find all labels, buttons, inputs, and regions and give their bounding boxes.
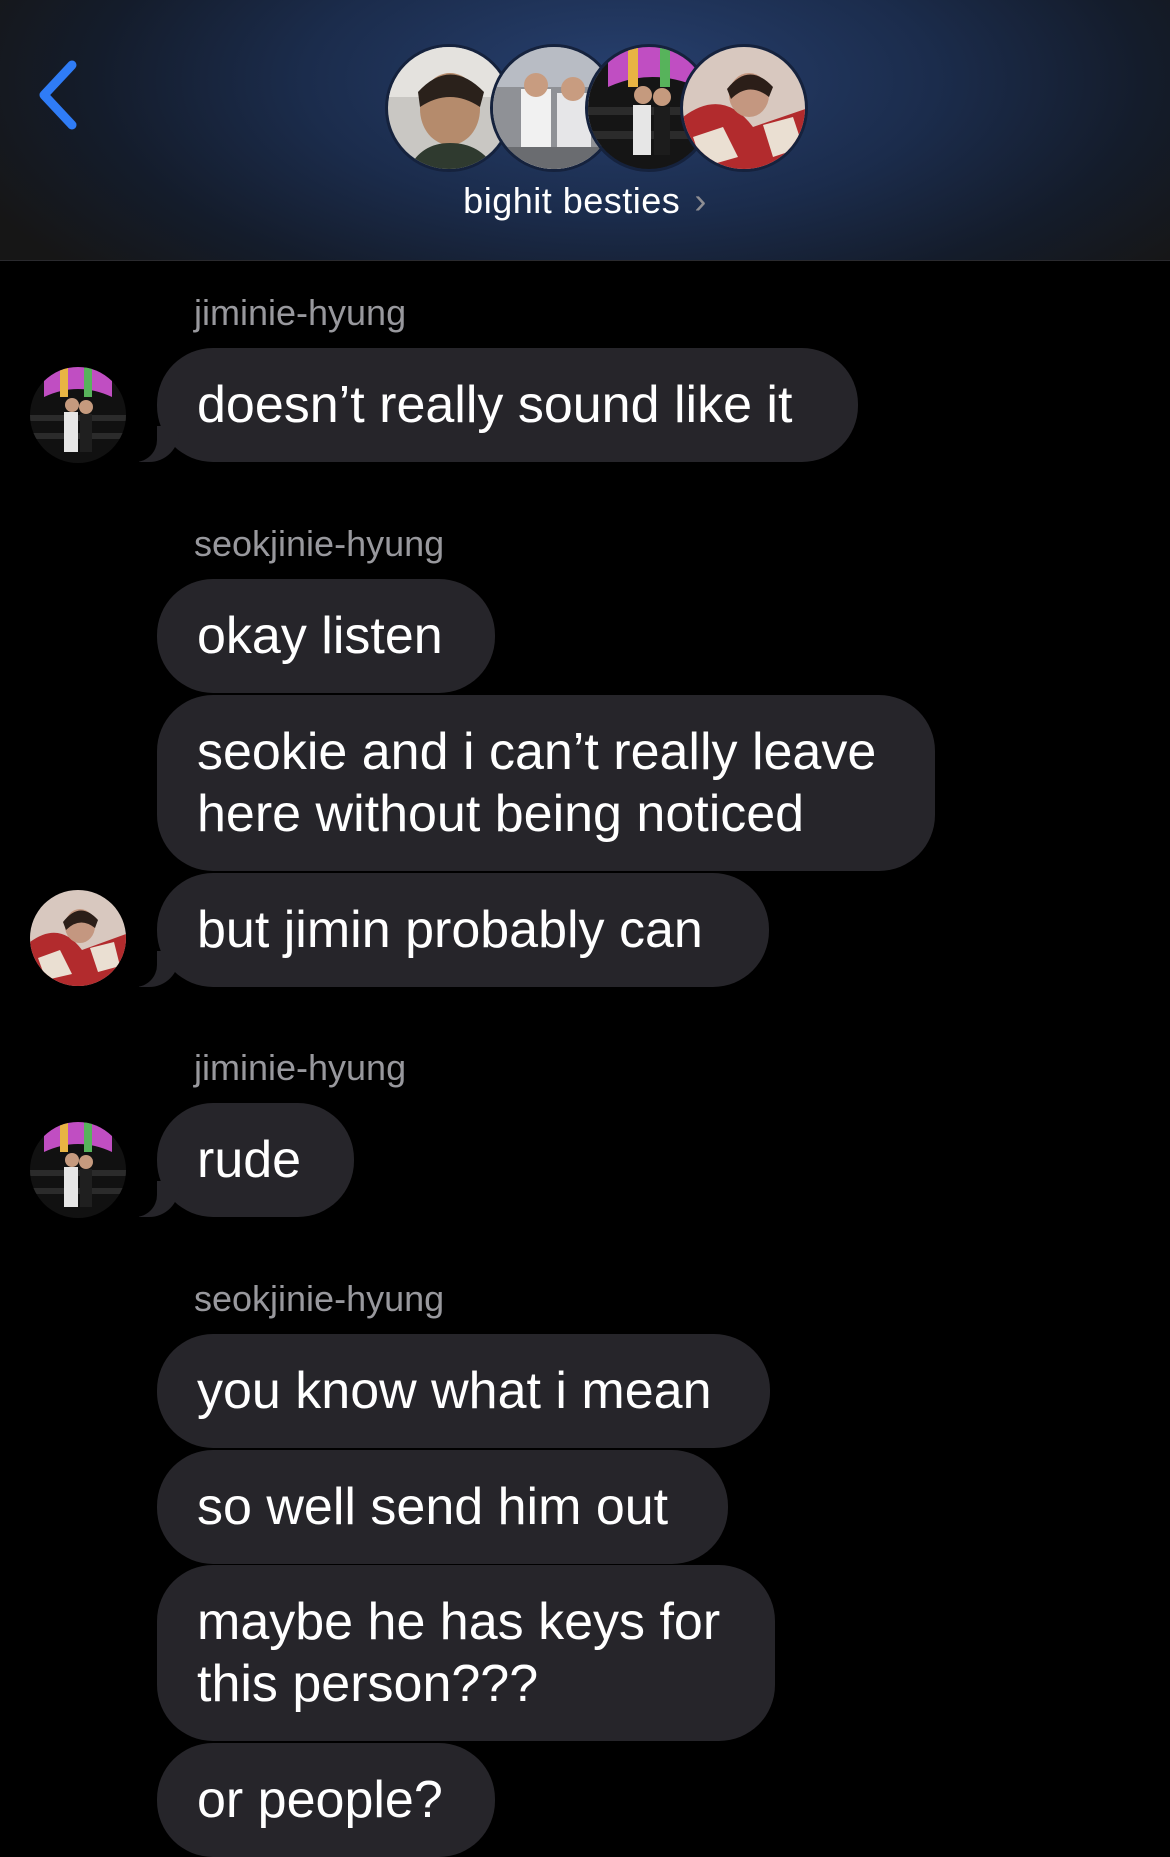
sender-name: jiminie-hyung [194, 292, 407, 333]
message-bubble[interactable]: rude [123, 1103, 354, 1217]
message-text: so well send him out [197, 1478, 669, 1536]
avatar-seokjinie[interactable] [30, 890, 126, 986]
group-name-button[interactable]: bighit besties › [0, 180, 1170, 222]
message-bubble[interactable]: seokie and i can’t really leave here wit… [157, 695, 935, 871]
group-name: bighit besties [463, 180, 681, 221]
group-avatars[interactable] [0, 44, 1170, 174]
message-bubble[interactable]: you know what i mean [157, 1334, 770, 1448]
sender-name: seokjinie-hyung [194, 523, 445, 564]
message-bubble[interactable]: but jimin probably can [123, 873, 769, 987]
message-text: but jimin probably can [197, 901, 703, 959]
sender-name: seokjinie-hyung [194, 1278, 445, 1319]
message-text: maybe he has keys for this person??? [197, 1593, 721, 1713]
message-text: seokie and i can’t really leave here wit… [197, 723, 877, 843]
sender-name: jiminie-hyung [194, 1047, 407, 1088]
message-bubble[interactable]: maybe he has keys for this person??? [157, 1565, 775, 1741]
group-avatar-4 [680, 44, 808, 172]
message-text: you know what i mean [197, 1362, 712, 1420]
message-text: okay listen [197, 607, 443, 665]
avatar-jiminie[interactable] [30, 1122, 126, 1218]
message-bubble[interactable]: so well send him out [157, 1450, 728, 1564]
message-text: doesn’t really sound like it [197, 376, 793, 434]
chevron-right-icon: › [694, 180, 707, 221]
message-bubble[interactable]: or people? [157, 1743, 495, 1857]
message-text: or people? [197, 1771, 443, 1829]
message-bubble[interactable]: okay listen [157, 579, 495, 693]
avatar-jiminie[interactable] [30, 367, 126, 463]
message-text: rude [197, 1131, 302, 1189]
conversation-header: bighit besties › [0, 0, 1170, 261]
message-bubble[interactable]: doesn’t really sound like it [123, 348, 858, 462]
